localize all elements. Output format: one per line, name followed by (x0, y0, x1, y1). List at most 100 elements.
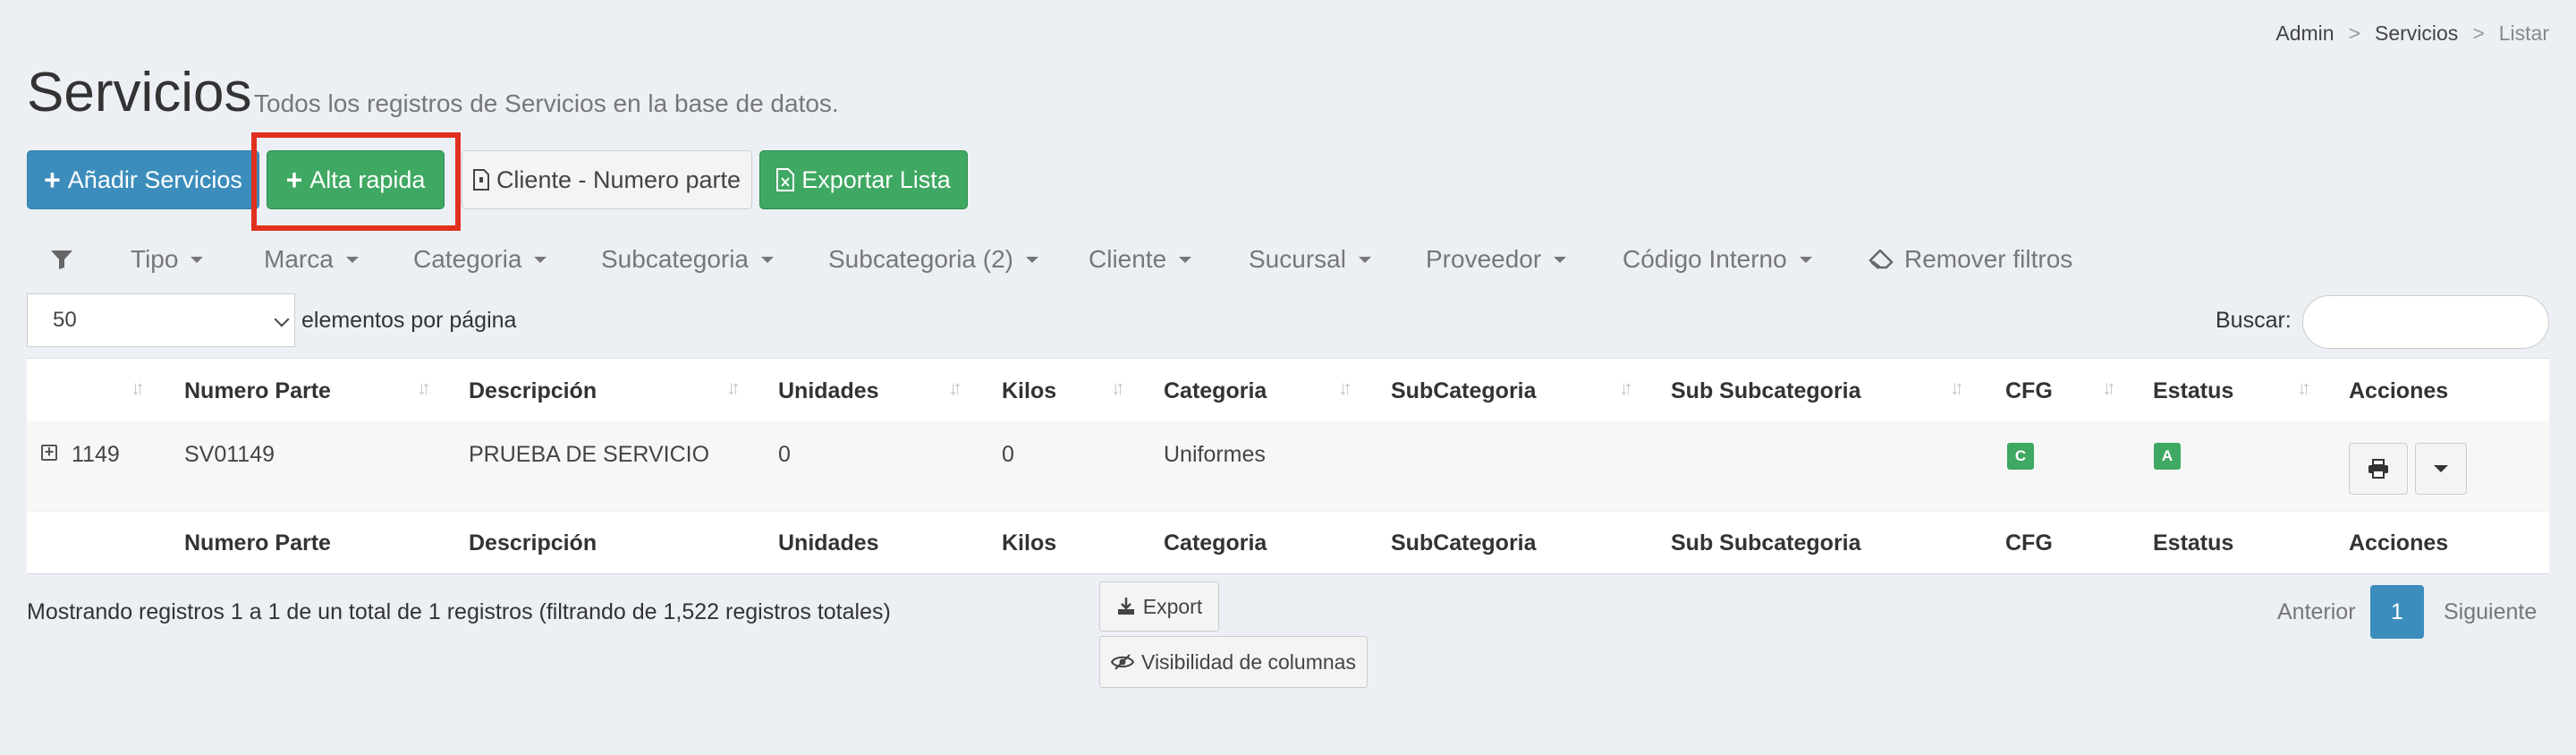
table-header-row: ↓↑ Numero Parte ↓↑ Descripción ↓↑ Unidad… (27, 359, 2549, 422)
foot-subcategoria: SubCategoria (1391, 530, 1537, 556)
filter-proveedor[interactable]: Proveedor (1426, 245, 1567, 274)
page-subtitle: Todos los registros de Servicios en la b… (254, 89, 839, 117)
filter-categoria[interactable]: Categoria (413, 245, 547, 274)
sort-icon[interactable]: ↓↑ (1338, 377, 1352, 400)
cfg-badge: C (2007, 443, 2034, 470)
caret-down-icon (345, 256, 359, 263)
col-sub-subcategoria[interactable]: Sub Subcategoria (1671, 378, 1861, 404)
sort-icon[interactable]: ↓↑ (1619, 377, 1633, 400)
page-size-value: 50 (53, 308, 77, 332)
caret-down-icon (1799, 256, 1812, 263)
filter-bar: Tipo Marca Categoria Subcategoria Subcat… (50, 242, 2197, 277)
pagination-previous[interactable]: Anterior (2277, 599, 2356, 625)
foot-sub-subcategoria: Sub Subcategoria (1671, 530, 1861, 556)
eraser-icon (1868, 250, 1894, 269)
clear-filters-button[interactable]: Remover filtros (1868, 245, 2072, 274)
col-acciones: Acciones (2349, 378, 2449, 403)
caret-down-icon (761, 256, 775, 263)
export-list-label: Exportar Lista (801, 165, 951, 193)
quick-add-button[interactable]: + Alta rapida (267, 150, 445, 209)
pagination-next[interactable]: Siguiente (2444, 599, 2537, 625)
caret-down-icon (191, 256, 204, 263)
search-input[interactable] (2302, 295, 2549, 349)
table-footer-row: Numero Parte Descripción Unidades Kilos … (27, 511, 2549, 573)
table-info: Mostrando registros 1 a 1 de un total de… (27, 599, 891, 624)
chevron-down-icon (274, 311, 290, 327)
filter-marca[interactable]: Marca (264, 245, 359, 274)
print-button[interactable] (2349, 443, 2408, 495)
cell-numero-parte: SV01149 (184, 442, 275, 467)
quick-add-label: Alta rapida (309, 165, 426, 193)
breadcrumb-admin[interactable]: Admin (2275, 21, 2334, 46)
filter-tipo[interactable]: Tipo (131, 245, 204, 274)
caret-down-icon (2434, 465, 2448, 472)
col-subcategoria[interactable]: SubCategoria (1391, 378, 1537, 404)
sort-icon[interactable]: ↓↑ (1111, 377, 1125, 400)
foot-estatus: Estatus (2153, 530, 2234, 556)
filter-cliente[interactable]: Cliente (1089, 245, 1192, 274)
export-list-button[interactable]: Exportar Lista (759, 150, 968, 209)
add-service-label: Añadir Servicios (67, 165, 242, 193)
sort-icon[interactable]: ↓↑ (948, 377, 962, 400)
pagination-page-1[interactable]: 1 (2370, 585, 2424, 639)
filter-icon (50, 249, 73, 270)
col-descripcion[interactable]: Descripción (469, 378, 597, 404)
sort-icon[interactable]: ↓↑ (1950, 377, 1964, 400)
plus-icon: + (285, 164, 303, 196)
cell-kilos: 0 (1002, 442, 1014, 467)
services-table: ↓↑ Numero Parte ↓↑ Descripción ↓↑ Unidad… (27, 358, 2549, 574)
caret-down-icon (1026, 256, 1039, 263)
breadcrumb: Admin > Servicios > Listar (2275, 21, 2549, 46)
filter-codigo-interno[interactable]: Código Interno (1623, 245, 1812, 274)
sort-icon[interactable]: ↓↑ (131, 377, 145, 400)
caret-down-icon (1358, 256, 1371, 263)
filter-subcategoria[interactable]: Subcategoria (601, 245, 775, 274)
breadcrumb-separator: > (2348, 21, 2360, 45)
breadcrumb-separator: > (2472, 21, 2485, 45)
col-numero-parte[interactable]: Numero Parte (184, 378, 331, 404)
add-service-button[interactable]: + Añadir Servicios (27, 150, 259, 209)
page-size-select[interactable]: 50 (27, 293, 295, 347)
filter-subcategoria-2[interactable]: Subcategoria (2) (828, 245, 1039, 274)
column-visibility-button[interactable]: Visibilidad de columnas (1099, 636, 1368, 688)
caret-down-icon (1554, 256, 1567, 263)
file-icon (472, 169, 489, 191)
sort-icon[interactable]: ↓↑ (2102, 377, 2116, 400)
cell-descripcion: PRUEBA DE SERVICIO (469, 442, 710, 467)
eye-slash-icon (1111, 654, 1135, 670)
status-badge: A (2154, 443, 2181, 470)
excel-file-icon (776, 168, 795, 191)
foot-cfg: CFG (2005, 530, 2053, 556)
sort-icon[interactable]: ↓↑ (2297, 377, 2311, 400)
export-label: Export (1142, 594, 1203, 618)
col-unidades[interactable]: Unidades (778, 378, 879, 404)
download-icon (1117, 598, 1134, 615)
column-visibility-label: Visibilidad de columnas (1141, 649, 1356, 674)
breadcrumb-listar: Listar (2498, 21, 2549, 45)
table-row: + 1149 SV01149 PRUEBA DE SERVICIO 0 0 Un… (27, 421, 2549, 512)
foot-descripcion: Descripción (469, 530, 597, 556)
actions-dropdown-button[interactable] (2415, 443, 2467, 495)
col-estatus[interactable]: Estatus (2153, 378, 2233, 404)
foot-categoria: Categoria (1164, 530, 1267, 556)
cell-categoria: Uniformes (1164, 442, 1266, 467)
foot-unidades: Unidades (778, 530, 879, 556)
cell-unidades: 0 (778, 442, 791, 467)
sort-icon[interactable]: ↓↑ (726, 377, 741, 400)
export-button[interactable]: Export (1099, 581, 1219, 632)
print-icon (2368, 459, 2388, 479)
sort-icon[interactable]: ↓↑ (417, 377, 431, 400)
breadcrumb-servicios[interactable]: Servicios (2375, 21, 2458, 46)
client-part-button[interactable]: Cliente - Numero parte (462, 150, 752, 209)
col-categoria[interactable]: Categoria (1164, 378, 1267, 404)
col-cfg[interactable]: CFG (2005, 378, 2053, 404)
search-label: Buscar: (2216, 308, 2292, 333)
foot-acciones: Acciones (2349, 530, 2449, 556)
cell-id: 1149 (72, 442, 120, 467)
col-kilos[interactable]: Kilos (1002, 378, 1056, 404)
caret-down-icon (534, 256, 547, 263)
page-size-label: elementos por página (301, 308, 517, 333)
plus-icon: + (44, 164, 61, 196)
filter-sucursal[interactable]: Sucursal (1249, 245, 1371, 274)
expand-icon[interactable]: + (41, 444, 57, 461)
